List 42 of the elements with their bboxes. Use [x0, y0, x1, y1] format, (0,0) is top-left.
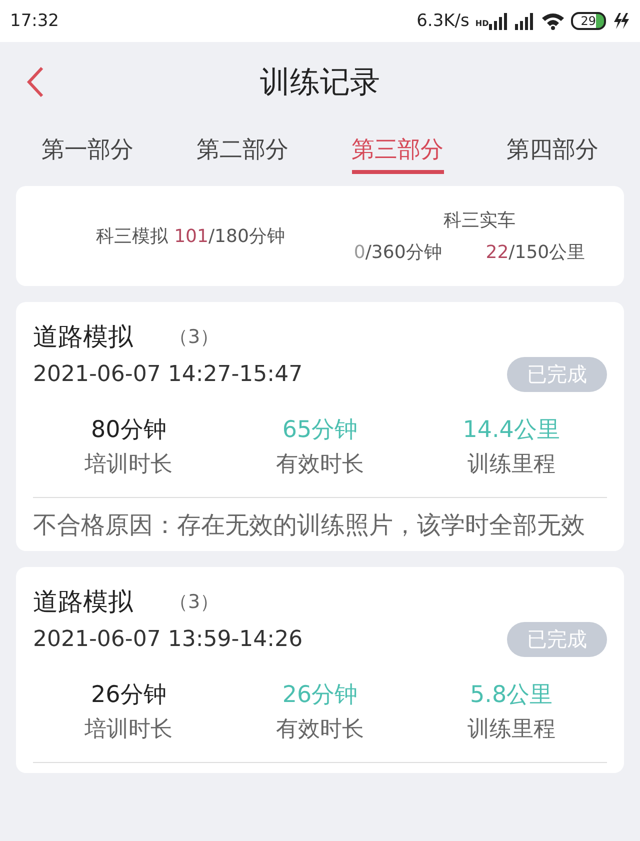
stat-value: 5.8公里: [470, 681, 553, 710]
record-count: （3）: [169, 590, 220, 614]
record-card[interactable]: 道路模拟 （3） 2021-06-07 13:59-14:26 已完成 26分钟 培训时长 26分钟 有效时长 5.8公里 训练里程: [16, 567, 624, 773]
tab[interactable]: 第一部分: [42, 130, 134, 174]
status-badge: 已完成: [507, 622, 607, 657]
network-speed: 6.3K/s: [416, 11, 470, 31]
stat-label: 有效时长: [276, 451, 364, 479]
stat-label: 有效时长: [276, 716, 364, 744]
wifi-icon: [540, 12, 565, 30]
stat-value: 65分钟: [282, 416, 358, 445]
record-title: 道路模拟: [33, 321, 133, 353]
chevron-left-icon: [26, 66, 44, 98]
simulator-label: 科三模拟: [96, 225, 168, 248]
page-title: 训练记录: [260, 64, 380, 102]
stat-label: 培训时长: [84, 716, 173, 744]
status-badge: 已完成: [507, 357, 607, 392]
real-car-title: 科三实车: [444, 209, 516, 232]
network-type-label: HD: [475, 19, 489, 28]
stat-value: 80分钟: [91, 416, 166, 445]
stat-value: 26分钟: [282, 681, 358, 710]
stat-value: 26分钟: [91, 681, 166, 710]
tab[interactable]: 第三部分: [352, 130, 444, 174]
record-card[interactable]: 道路模拟 （3） 2021-06-07 14:27-15:47 已完成 80分钟 培训时长 65分钟 有效时长 14.4公里 训练里程 不合格原因：存在无效的训练照片，该学时全部无效: [16, 302, 624, 551]
record-count: （3）: [169, 324, 220, 350]
record-title: 道路模拟: [33, 586, 133, 618]
fail-reason: 不合格原因：存在无效的训练照片，该学时全部无效: [33, 510, 586, 541]
stat-label: 培训时长: [84, 451, 173, 479]
charging-icon: [612, 12, 630, 30]
tab[interactable]: 第二部分: [196, 130, 288, 174]
status-time: 17:32: [10, 11, 59, 31]
real-car-progress: 22/150公里: [486, 241, 586, 264]
stat-label: 训练里程: [467, 716, 556, 744]
record-time: 2021-06-07 13:59-14:26: [33, 627, 303, 652]
record-time: 2021-06-07 14:27-15:47: [33, 362, 303, 387]
battery-indicator: 29: [570, 12, 606, 30]
stat-value: 14.4公里: [462, 416, 560, 445]
tab[interactable]: 第四部分: [506, 130, 598, 174]
signal-icon: [488, 12, 509, 30]
real-car-progress: 0/360分钟: [354, 241, 442, 264]
stat-label: 训练里程: [467, 451, 556, 479]
simulator-progress: 101/180分钟: [174, 225, 285, 248]
signal-icon: [514, 12, 535, 30]
